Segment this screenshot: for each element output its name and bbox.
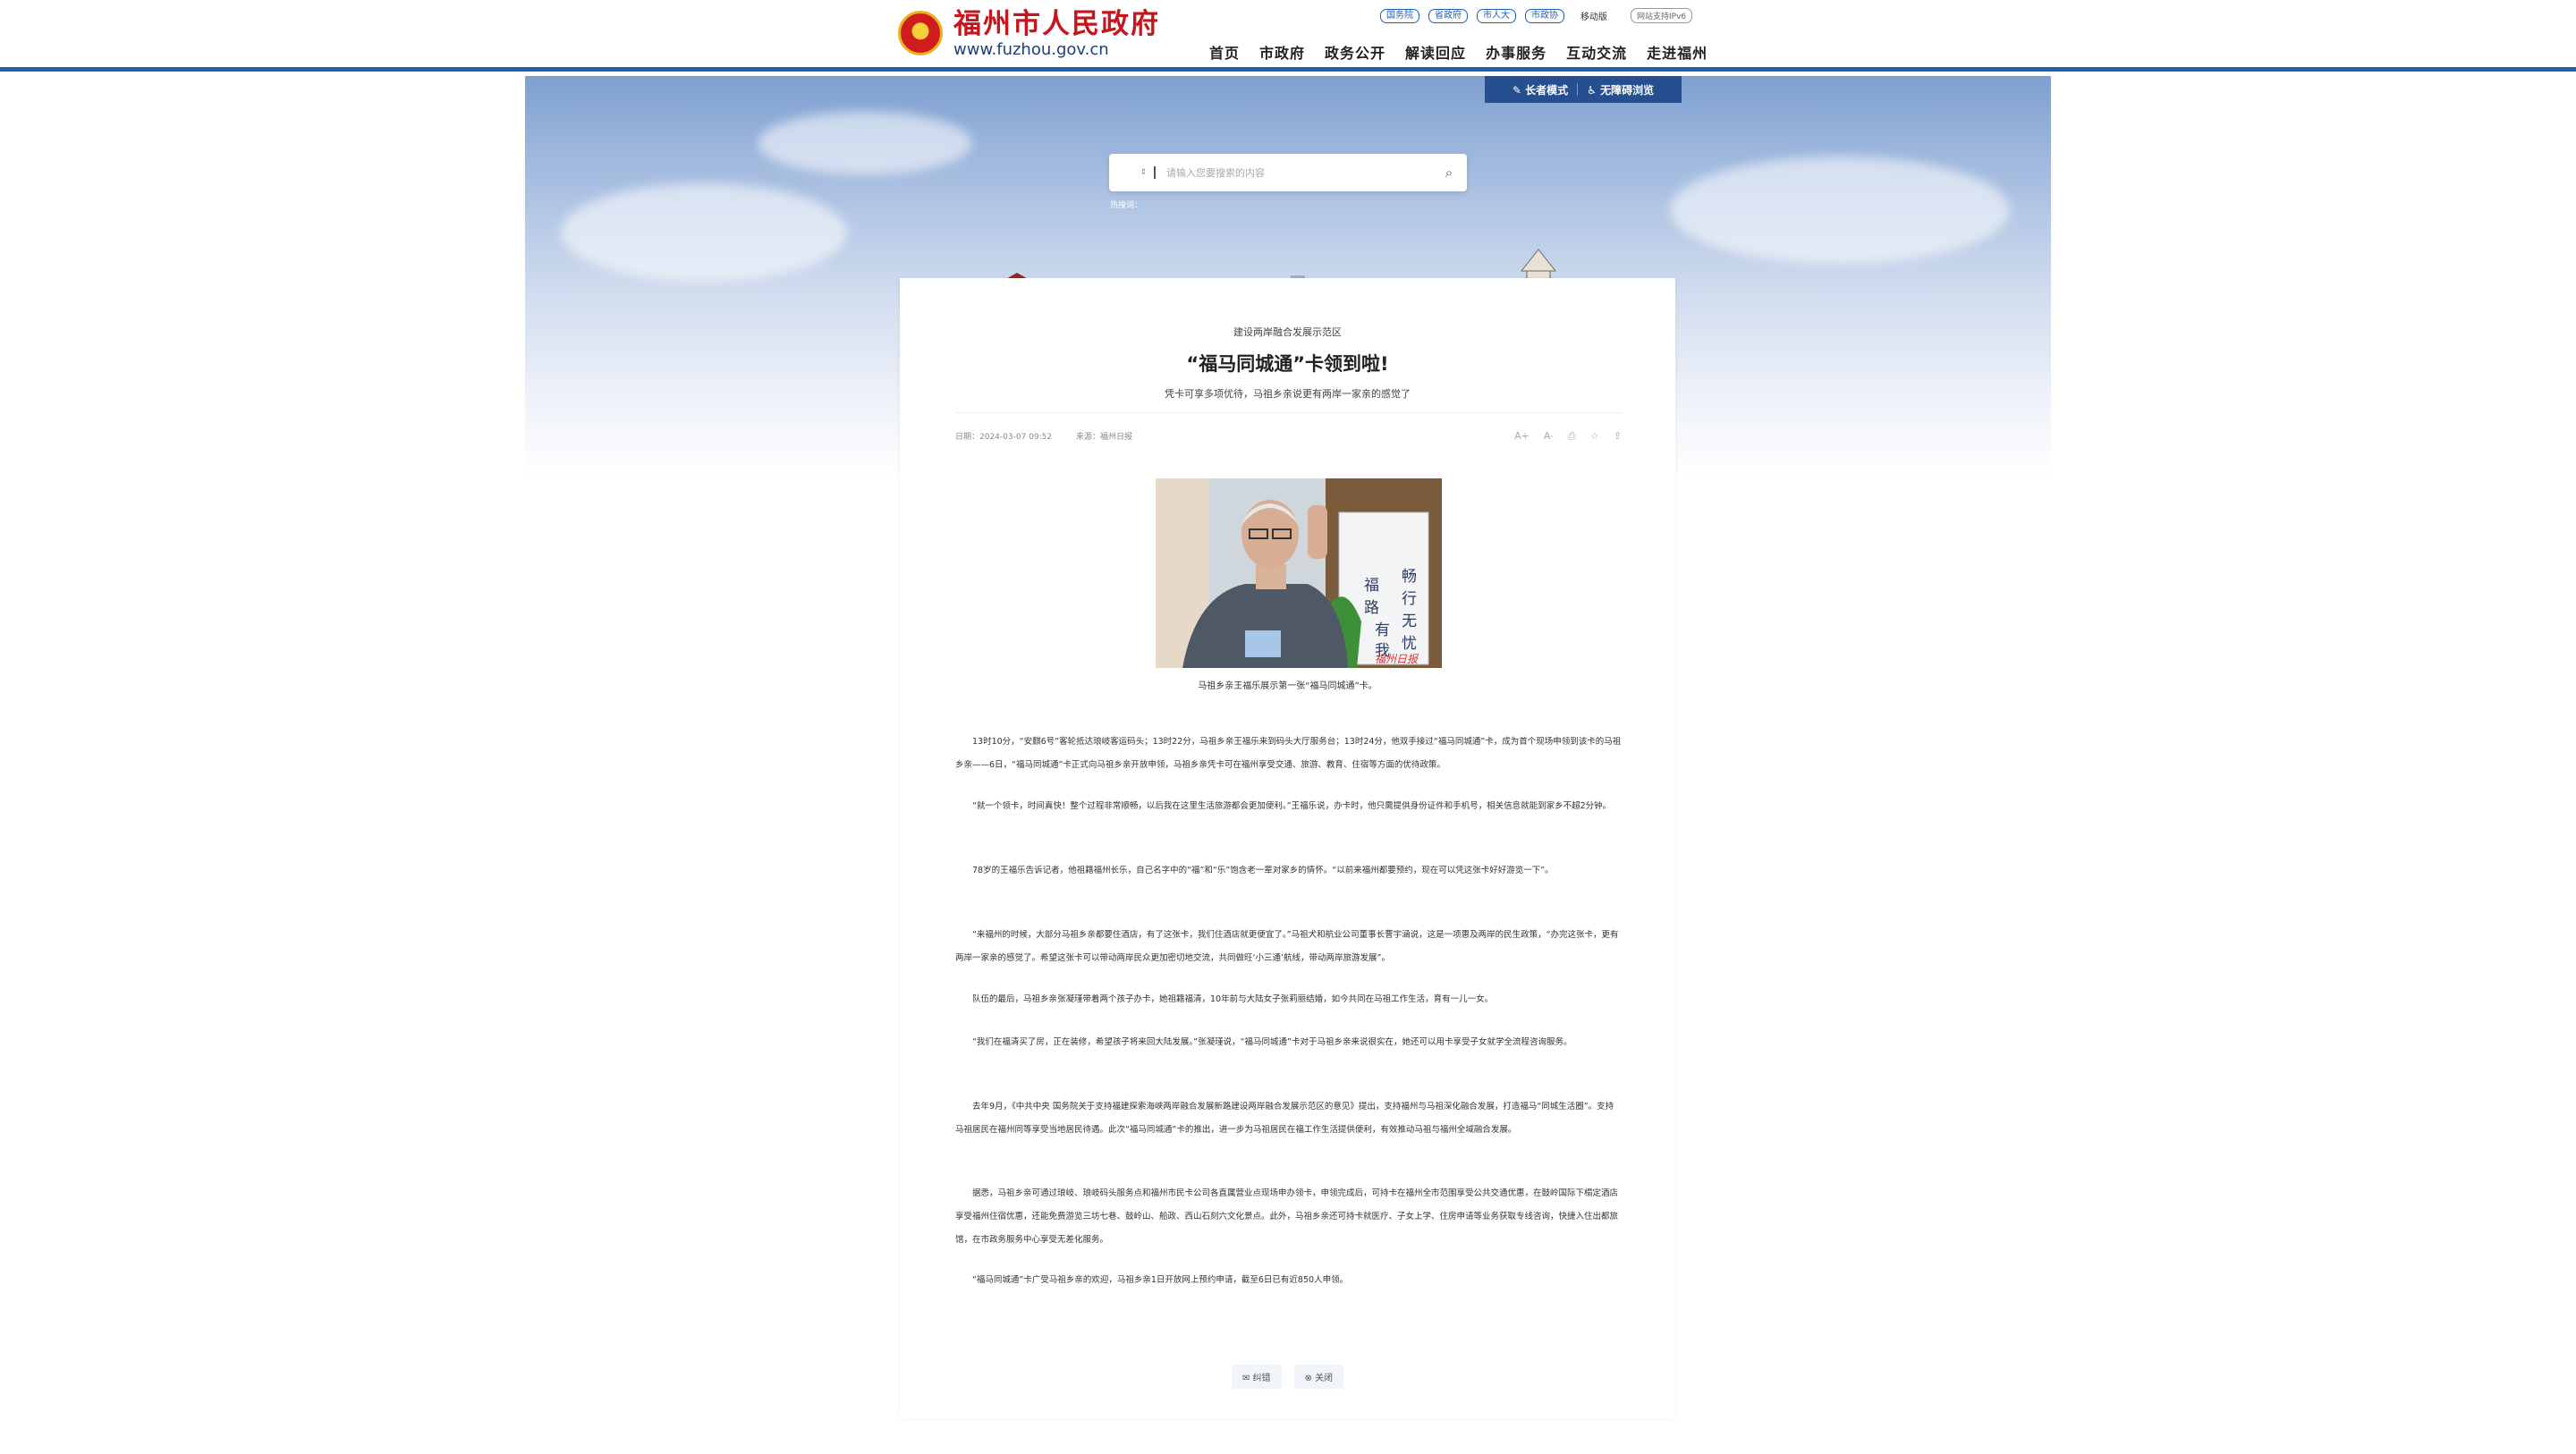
article-meta: 日期：2024-03-07 09:52 来源：福州日报 A+ A- ⎙ ☆ ⇪ (955, 430, 1622, 448)
svg-text:忧: 忧 (1402, 635, 1417, 653)
top-link-provincial-gov[interactable]: 省政府 (1428, 8, 1468, 23)
main-nav: 首页 市政府 政务公开 解读回应 办事服务 互动交流 走进福州 (1209, 41, 1707, 63)
elder-mode-button[interactable]: ✎ 长者模式 (1513, 82, 1568, 97)
site-name: 福州市人民政府 (953, 8, 1160, 40)
search-divider (1154, 166, 1156, 179)
top-link-guowuyuan[interactable]: 国务院 (1380, 8, 1419, 23)
search-icon[interactable]: ⌕ (1431, 165, 1467, 181)
man-with-card-photo-icon: 畅 行 无 忧 福 路 有 我 福州日报 (1156, 478, 1442, 668)
comment-icon: ✉ (1241, 1374, 1253, 1383)
site-logo[interactable]: 福州市人民政府 www.fuzhou.gov.cn (898, 7, 1160, 59)
accessible-mode-button[interactable]: ♿ 无障碍浏览 (1587, 82, 1654, 97)
national-emblem-icon (898, 11, 943, 55)
article-paragraph: “就一个领卡，时间真快！整个过程非常顺畅，以后我在这里生活旅游都会更加便利。”王… (972, 801, 1612, 811)
site-header: 福州市人民政府 www.fuzhou.gov.cn 国务院 省政府 市人大 市政… (0, 0, 2576, 72)
svg-text:有: 有 (1375, 621, 1390, 639)
article-paragraph: 据悉，马祖乡亲可通过琅岐、琅岐码头服务点和福州市民卡公司各直属营业点现场申办领卡… (955, 1188, 1619, 1245)
article-paragraph: “福马同城通”卡广受马祖乡亲的欢迎，马祖乡亲1日开放网上预约申请，截至6日已有近… (972, 1275, 1349, 1285)
nav-interpretation[interactable]: 解读回应 (1405, 41, 1466, 63)
top-links: 国务院 省政府 市人大 市政协 移动版 网站支持IPv6 (1380, 8, 1693, 23)
article-paragraph: 78岁的王福乐告诉记者，他祖籍福州长乐，自己名字中的“福”和“乐”饱含老一辈对家… (972, 866, 1554, 875)
article-paragraph: “我们在福清买了房，正在装修，希望孩子将来回大陆发展。”张凝瑾说，“福马同城通”… (972, 1037, 1572, 1047)
divider (955, 412, 1622, 413)
article-card: 建设两岸融合发展示范区 “福马同城通”卡领到啦! 凭卡可享多项优待，马祖乡亲说更… (900, 278, 1675, 1418)
hot-search-label: 热搜词： (1110, 201, 1143, 210)
article-date: 日期：2024-03-07 09:52 (955, 433, 1053, 442)
mode-divider (1577, 83, 1579, 96)
accessibility-bar: ✎ 长者模式 ♿ 无障碍浏览 (1485, 76, 1682, 103)
site-title: 福州市人民政府 www.fuzhou.gov.cn (953, 7, 1160, 59)
share-icon[interactable]: ⇪ (1614, 430, 1622, 443)
search-input[interactable]: 请输入您要搜索的内容 (1166, 165, 1431, 180)
elder-mode-label: 长者模式 (1525, 83, 1569, 97)
mobile-version-link[interactable]: 移动版 (1580, 9, 1607, 22)
photo-caption: 马祖乡亲王福乐展示第一张“福马同城通”卡。 (1198, 681, 1377, 691)
nav-services[interactable]: 办事服务 (1486, 41, 1546, 63)
print-icon[interactable]: ⎙ (1568, 430, 1576, 443)
accessible-mode-label: 无障碍浏览 (1600, 83, 1655, 97)
search-scope-select[interactable]: ⇕ (1109, 168, 1154, 177)
article-source: 来源：福州日报 (1075, 433, 1132, 442)
svg-text:福州日报: 福州日报 (1375, 653, 1419, 665)
close-icon: ⊗ (1304, 1374, 1316, 1383)
close-button[interactable]: ⊗ 关闭 (1293, 1365, 1344, 1389)
svg-text:福: 福 (1364, 577, 1379, 595)
report-error-button[interactable]: ✉ 纠错 (1231, 1365, 1282, 1389)
top-link-cppcc[interactable]: 市政协 (1525, 8, 1564, 23)
font-decrease-button[interactable]: A- (1544, 430, 1554, 443)
article-title: “福马同城通”卡领到啦! (1186, 353, 1389, 375)
article-paragraph: 13时10分，“安麒6号”客轮抵达琅岐客运码头；13时22分，马祖乡亲王福乐来到… (955, 737, 1622, 770)
font-increase-button[interactable]: A+ (1514, 430, 1530, 443)
article-tools: A+ A- ⎙ ☆ ⇪ (1514, 430, 1622, 443)
nav-interaction[interactable]: 互动交流 (1566, 41, 1627, 63)
site-url: www.fuzhou.gov.cn (953, 40, 1109, 59)
top-link-npc[interactable]: 市人大 (1477, 8, 1516, 23)
close-label: 关闭 (1315, 1374, 1334, 1383)
article-paragraph: “来福州的时候，大部分马祖乡亲都要住酒店，有了这张卡，我们住酒店就更便宜了。”马… (955, 930, 1619, 963)
article-photo: 畅 行 无 忧 福 路 有 我 福州日报 (1156, 478, 1442, 668)
ipv6-badge: 网站支持IPv6 (1631, 8, 1693, 23)
svg-text:行: 行 (1402, 590, 1417, 608)
favorite-icon[interactable]: ☆ (1590, 430, 1599, 443)
report-error-label: 纠错 (1252, 1374, 1271, 1383)
article-paragraph: 队伍的最后，马祖乡亲张凝瑾带着两个孩子办卡，她祖籍福清，10年前与大陆女子张莉丽… (972, 994, 1494, 1004)
article-paragraph: 去年9月，《中共中央 国务院关于支持福建探索海峡两岸融合发展新路建设两岸融合发展… (955, 1102, 1614, 1135)
svg-text:路: 路 (1364, 599, 1379, 617)
nav-gov-affairs[interactable]: 政务公开 (1325, 41, 1385, 63)
nav-city-gov[interactable]: 市政府 (1259, 41, 1305, 63)
article-subtitle: 凭卡可享多项优待，马祖乡亲说更有两岸一家亲的感觉了 (1165, 388, 1411, 400)
article-actions: ✉ 纠错 ⊗ 关闭 (900, 1365, 1675, 1389)
svg-text:无: 无 (1402, 613, 1417, 630)
article-kicker: 建设两岸融合发展示范区 (1233, 326, 1342, 338)
svg-text:畅: 畅 (1402, 568, 1417, 586)
nav-about-fuzhou[interactable]: 走进福州 (1647, 41, 1707, 63)
search-box: ⇕ 请输入您要搜索的内容 ⌕ (1109, 154, 1467, 191)
nav-home[interactable]: 首页 (1209, 41, 1240, 63)
